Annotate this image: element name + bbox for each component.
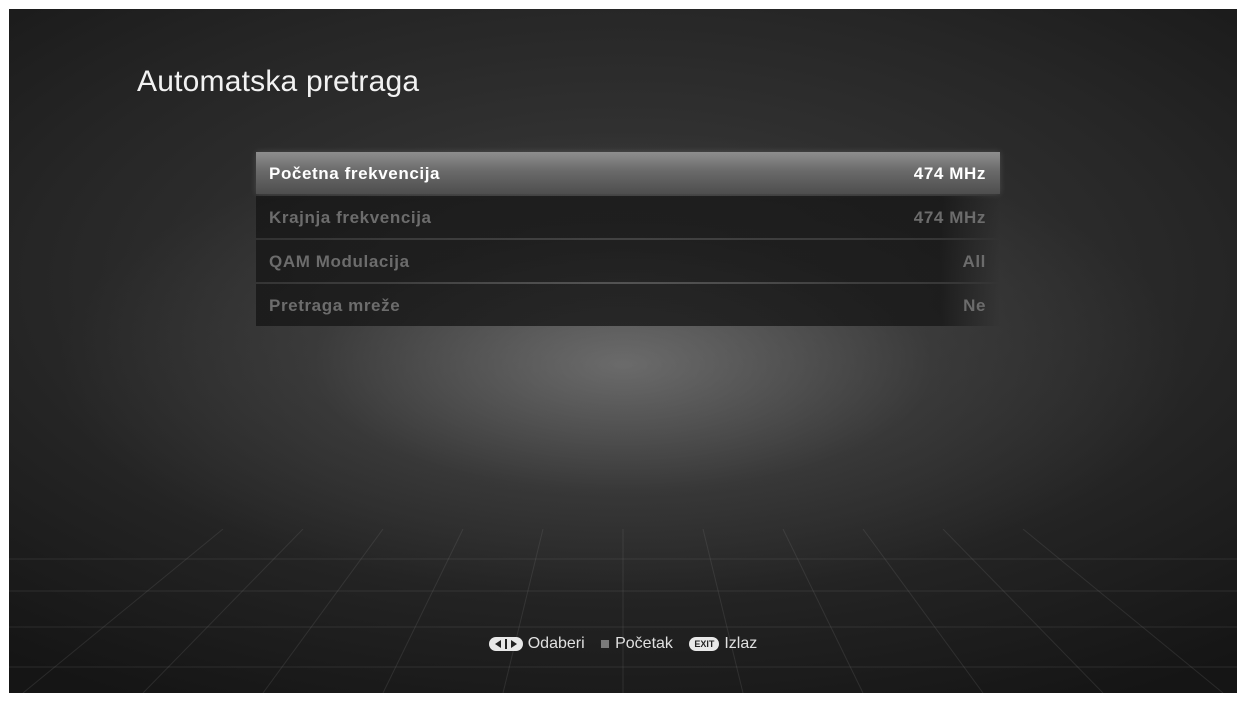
menu-item-network-search[interactable]: Pretraga mreže Ne <box>256 284 1000 326</box>
settings-menu: Početna frekvencija 474 MHz Krajnja frek… <box>256 152 1000 328</box>
menu-item-end-frequency[interactable]: Krajnja frekvencija 474 MHz <box>256 196 1000 238</box>
floor-grid <box>9 529 1237 693</box>
menu-item-label: Početna frekvencija <box>269 164 441 183</box>
menu-item-label: Krajnja frekvencija <box>269 208 432 227</box>
exit-button-icon: EXIT <box>689 637 720 651</box>
menu-item-value: Ne <box>963 296 986 315</box>
tv-screen: Automatska pretraga Početna frekvencija … <box>9 9 1237 693</box>
menu-item-value: All <box>962 252 986 271</box>
menu-item-qam-modulation[interactable]: QAM Modulacija All <box>256 240 1000 282</box>
hint-select[interactable]: Odaberi <box>488 635 585 653</box>
menu-item-value: 474 MHz <box>913 164 986 183</box>
menu-item-start-frequency[interactable]: Početna frekvencija 474 MHz <box>256 152 1000 194</box>
page-title: Automatska pretraga <box>137 65 420 98</box>
left-right-arrows-icon <box>488 637 523 651</box>
button-hints: Odaberi Početak EXIT Izlaz <box>9 635 1237 653</box>
hint-select-label: Odaberi <box>527 635 585 652</box>
menu-item-value: 474 MHz <box>913 208 986 227</box>
menu-item-label: QAM Modulacija <box>269 252 410 271</box>
hint-exit-label: Izlaz <box>724 635 758 652</box>
hint-start-label: Početak <box>615 635 673 652</box>
square-button-icon <box>601 640 610 648</box>
hint-start[interactable]: Početak <box>601 635 673 653</box>
menu-item-label: Pretraga mreže <box>269 296 401 315</box>
hint-exit[interactable]: EXIT Izlaz <box>689 635 757 653</box>
